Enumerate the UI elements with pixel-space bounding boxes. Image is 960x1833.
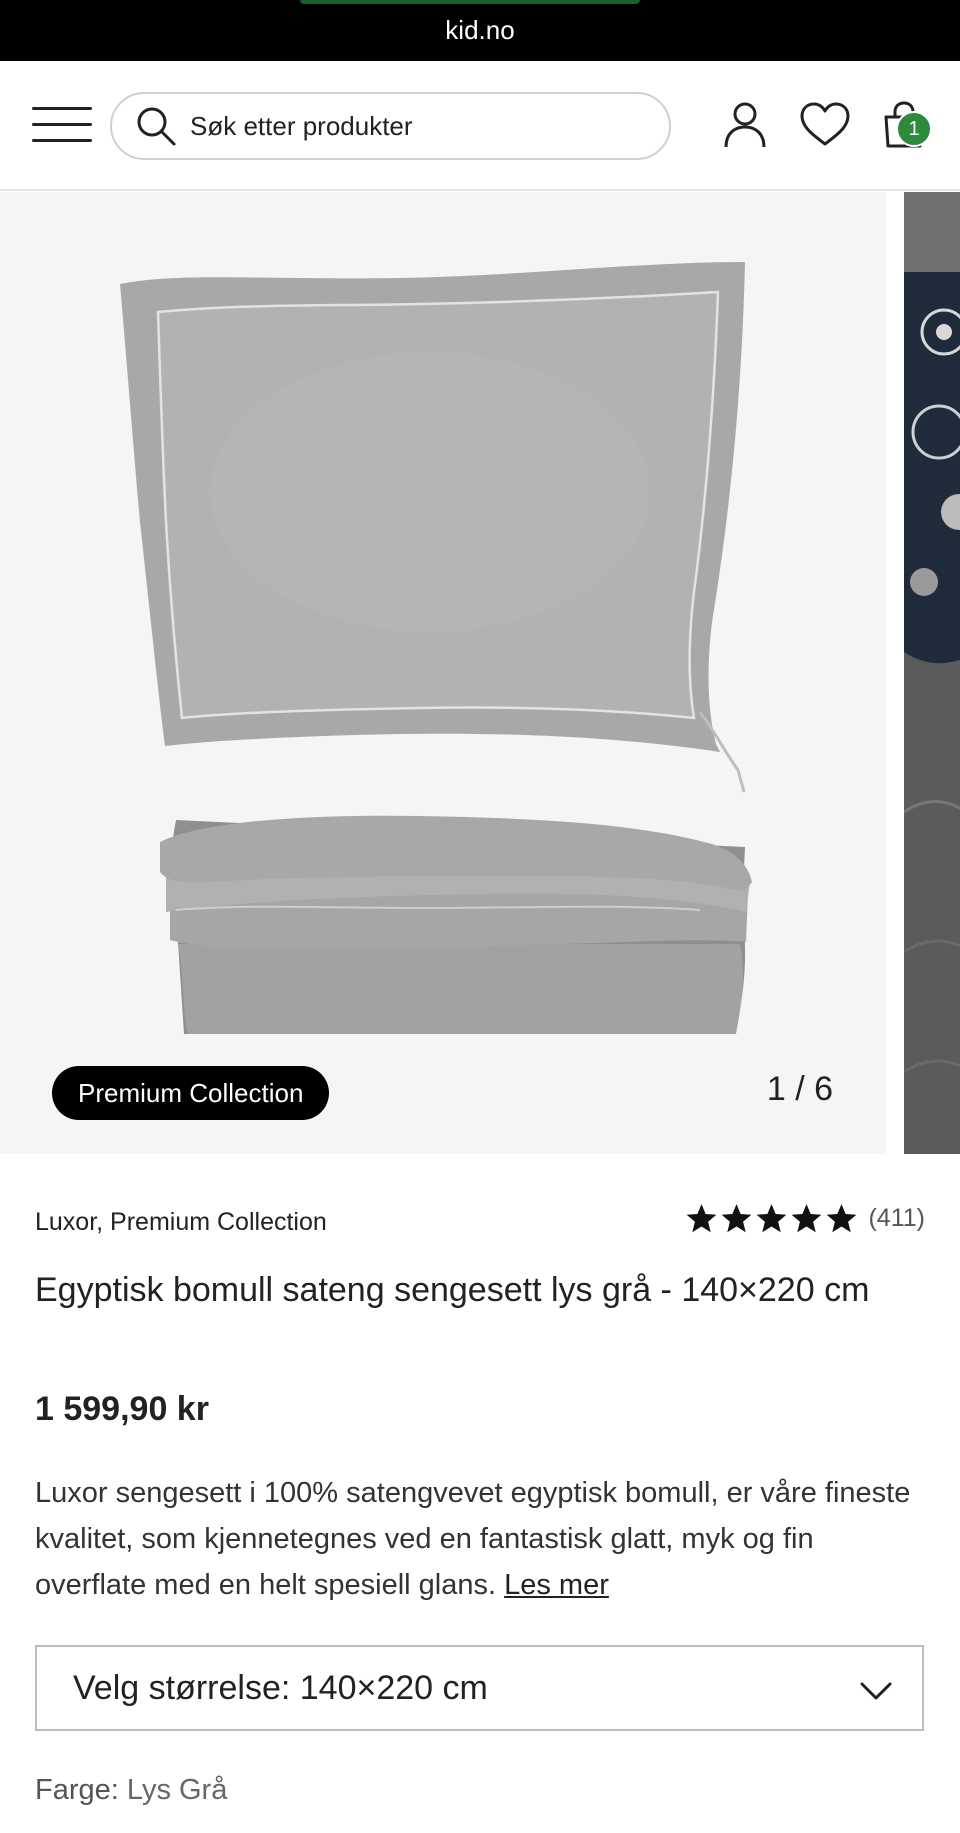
account-icon[interactable] bbox=[719, 99, 771, 151]
bedding-set-image bbox=[120, 262, 752, 1034]
star-icon bbox=[757, 1204, 787, 1233]
read-more-link[interactable]: Les mer bbox=[504, 1569, 609, 1601]
browser-url-bar[interactable]: kid.no bbox=[0, 0, 960, 61]
product-price: 1 599,90 kr bbox=[35, 1390, 209, 1428]
status-indicator bbox=[300, 0, 640, 4]
cart-count-badge: 1 bbox=[896, 111, 932, 147]
description-text: Luxor sengesett i 100% satengvevet egypt… bbox=[35, 1477, 911, 1601]
menu-icon[interactable] bbox=[32, 105, 92, 145]
star-icon bbox=[722, 1204, 752, 1233]
chevron-down-icon bbox=[860, 1682, 892, 1700]
site-header bbox=[0, 61, 960, 191]
rating-stars bbox=[683, 1202, 858, 1235]
heart-icon[interactable] bbox=[799, 99, 851, 151]
product-title: Egyptisk bomull sateng sengesett lys grå… bbox=[35, 1271, 870, 1309]
search-icon bbox=[137, 107, 176, 146]
product-image-main[interactable]: Premium Collection 1 / 6 bbox=[0, 192, 886, 1154]
search-bar[interactable] bbox=[110, 92, 671, 160]
star-icon bbox=[827, 1204, 857, 1233]
star-icon bbox=[687, 1204, 717, 1233]
color-value: Lys Grå bbox=[126, 1774, 228, 1806]
product-gallery[interactable]: Premium Collection 1 / 6 bbox=[0, 192, 960, 1154]
size-select[interactable]: Velg størrelse: 140×220 cm bbox=[35, 1645, 924, 1731]
search-input[interactable] bbox=[190, 110, 650, 142]
floral-bedding-image bbox=[904, 192, 960, 1154]
premium-collection-badge: Premium Collection bbox=[52, 1066, 330, 1120]
color-line: Farge: Lys Grå bbox=[35, 1774, 227, 1807]
star-icon bbox=[792, 1204, 822, 1233]
product-description: Luxor sengesett i 100% satengvevet egypt… bbox=[35, 1470, 925, 1608]
product-rating[interactable]: (411) bbox=[683, 1202, 925, 1235]
rating-count: (411) bbox=[868, 1204, 925, 1232]
size-select-value: Velg størrelse: 140×220 cm bbox=[73, 1668, 488, 1707]
product-brand[interactable]: Luxor, Premium Collection bbox=[35, 1208, 327, 1237]
product-image-next-preview[interactable] bbox=[904, 192, 960, 1154]
slide-counter: 1 / 6 bbox=[766, 1070, 834, 1108]
url-text: kid.no bbox=[445, 15, 515, 45]
color-label: Farge: bbox=[35, 1774, 119, 1806]
